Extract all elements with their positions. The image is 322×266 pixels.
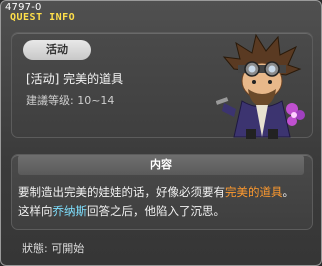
quest-description: 要制造出完美的娃娃的话，好像必须要有完美的道具。这样向乔纳斯回答之后，他陷入了沉…: [18, 183, 304, 221]
quest-summary-panel: 活动 [活动] 完美的道具 建議等级: 10~14: [11, 32, 313, 139]
quest-content-panel: 内容 要制造出完美的娃娃的话，好像必须要有完美的道具。这样向乔纳斯回答之后，他陷…: [11, 154, 313, 230]
npc-portrait-icon: [216, 33, 305, 139]
desc-text-1: 要制造出完美的娃娃的话，好像必须要有: [18, 185, 225, 199]
quest-level-requirement: 建議等级: 10~14: [26, 94, 115, 107]
quest-status: 狀態: 可開始: [22, 242, 85, 255]
content-section-header: 内容: [18, 155, 304, 175]
desc-item-highlight: 完美的道具: [225, 185, 283, 199]
category-badge: 活动: [23, 40, 91, 60]
quest-name: [活动] 完美的道具: [26, 72, 124, 86]
quest-info-window: 4797-0 QUEST INFO 活动 [活动] 完美的道具 建議等级: 10…: [0, 0, 322, 266]
desc-text-3: 回答之后，他陷入了沉思。: [87, 204, 225, 218]
window-title: QUEST INFO: [10, 12, 76, 23]
desc-npc-highlight: 乔纳斯: [52, 204, 88, 218]
